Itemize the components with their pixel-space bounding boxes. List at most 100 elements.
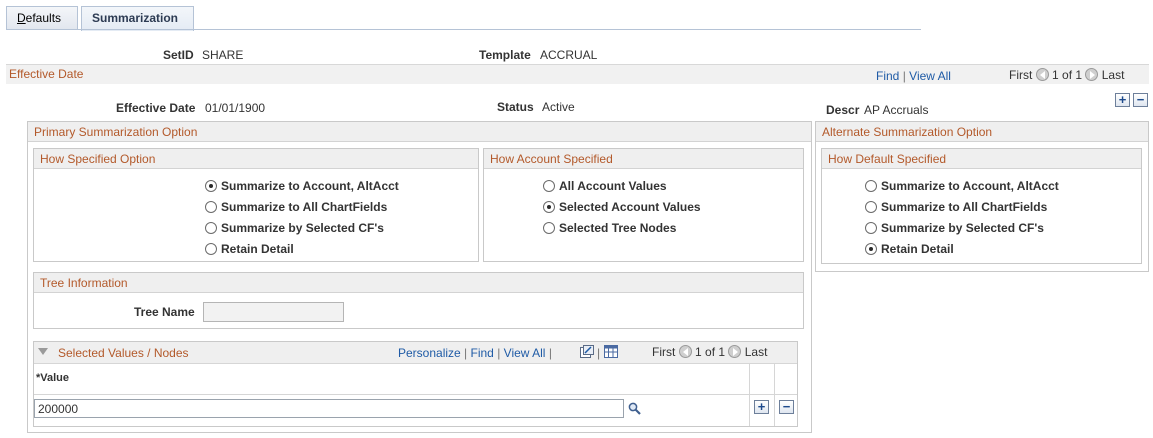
view-all-link[interactable]: View All (909, 69, 951, 83)
radio-alt-retain-detail[interactable]: Retain Detail (865, 242, 954, 256)
pager-count: 1 of 1 (695, 345, 726, 359)
radio-unselected-icon (865, 222, 877, 234)
radio-label: Summarize by Selected CF's (881, 221, 1044, 235)
primary-summarization-title: Primary Summarization Option (28, 122, 811, 142)
template-label: Template (479, 48, 531, 62)
effective-date-bar: Effective Date Find | View All First 1 o… (6, 64, 1149, 84)
effective-date-title: Effective Date (9, 67, 84, 81)
radio-alt-summarize-selected-cfs[interactable]: Summarize by Selected CF's (865, 221, 1044, 235)
find-link[interactable]: Find (876, 69, 899, 83)
grid-pager: First 1 of 1 Last (652, 345, 767, 359)
radio-selected-icon (205, 180, 217, 192)
nav-separator: | (497, 346, 501, 360)
radio-label: Retain Detail (221, 242, 294, 256)
radio-label: All Account Values (559, 179, 667, 193)
last-label: Last (744, 345, 768, 359)
radio-unselected-icon (205, 222, 217, 234)
radio-label: Retain Detail (881, 242, 954, 256)
radio-unselected-icon (865, 201, 877, 213)
radio-alt-summarize-account[interactable]: Summarize to Account, AltAcct (865, 179, 1059, 193)
tab-summarization-label: Summarization (92, 11, 179, 25)
arrow-left-icon[interactable] (678, 345, 692, 358)
radio-unselected-icon (205, 243, 217, 255)
radio-label: Selected Tree Nodes (559, 221, 677, 235)
column-header-divider (34, 394, 797, 395)
arrow-left-icon[interactable] (1035, 68, 1049, 81)
radio-alt-summarize-all-chartfields[interactable]: Summarize to All ChartFields (865, 200, 1047, 214)
radio-selected-tree-nodes[interactable]: Selected Tree Nodes (543, 221, 676, 235)
how-specified-box: How Specified Option Summarize to Accoun… (33, 148, 479, 262)
radio-label: Summarize to All ChartFields (881, 200, 1048, 214)
tab-summarization[interactable]: Summarization (81, 6, 194, 31)
tab-defaults[interactable]: Defaults (6, 6, 78, 30)
pager-count: 1 of 1 (1052, 68, 1083, 82)
radio-retain-detail[interactable]: Retain Detail (205, 242, 294, 256)
descr-label: Descr (826, 103, 860, 117)
radio-unselected-icon (543, 180, 555, 192)
effective-date-label: Effective Date (116, 101, 196, 115)
column-divider (749, 364, 750, 426)
add-row-button[interactable]: + (1115, 93, 1130, 107)
radio-unselected-icon (543, 222, 555, 234)
tree-name-label: Tree Name (134, 305, 195, 319)
alternate-summarization-title: Alternate Summarization Option (816, 122, 1148, 142)
first-label: First (652, 345, 676, 359)
tab-defaults-label: efaults (25, 11, 62, 25)
radio-selected-icon (543, 201, 555, 213)
template-value: ACCRUAL (540, 48, 598, 62)
value-column-header: *Value (36, 372, 70, 384)
nav-separator: | (597, 346, 601, 360)
radio-summarize-all-chartfields[interactable]: Summarize to All ChartFields (205, 200, 387, 214)
radio-unselected-icon (205, 201, 217, 213)
radio-label: Selected Account Values (559, 200, 701, 214)
tree-name-input[interactable] (203, 302, 344, 322)
grid-download-icon[interactable] (604, 345, 618, 358)
last-label: Last (1101, 68, 1125, 82)
grid-nav: Personalize | Find | View All | (398, 346, 552, 360)
new-window-icon[interactable] (580, 345, 594, 358)
value-input[interactable] (34, 399, 624, 418)
how-default-specified-box: How Default Specified Summarize to Accou… (821, 148, 1142, 264)
add-row-button[interactable]: + (754, 400, 769, 414)
effective-date-nav: Find | View All (876, 69, 951, 83)
how-specified-title: How Specified Option (34, 149, 478, 169)
magnifier-icon[interactable] (628, 402, 641, 415)
find-link[interactable]: Find (471, 346, 494, 360)
radio-label: Summarize to All ChartFields (221, 200, 388, 214)
status-label: Status (497, 100, 534, 114)
radio-label: Summarize by Selected CF's (221, 221, 384, 235)
column-divider (774, 364, 775, 426)
effective-date-value: 01/01/1900 (205, 101, 266, 115)
radio-label: Summarize to Account, AltAcct (881, 179, 1059, 193)
arrow-right-icon[interactable] (1085, 68, 1099, 81)
triangle-down-icon[interactable] (38, 348, 48, 356)
view-all-link[interactable]: View All (504, 346, 546, 360)
delete-row-button[interactable]: − (1133, 93, 1148, 107)
radio-selected-icon (865, 243, 877, 255)
selected-values-header: Selected Values / Nodes Personalize | Fi… (34, 342, 797, 364)
selected-values-title: Selected Values / Nodes (58, 346, 189, 360)
how-account-specified-box: How Account Specified All Account Values… (483, 148, 804, 262)
tree-information-box: Tree Information Tree Name (33, 272, 804, 329)
how-account-specified-title: How Account Specified (484, 149, 803, 169)
nav-separator: | (464, 346, 468, 360)
radio-selected-account-values[interactable]: Selected Account Values (543, 200, 701, 214)
radio-summarize-selected-cfs[interactable]: Summarize by Selected CF's (205, 221, 384, 235)
tab-divider (6, 29, 921, 30)
nav-separator: | (548, 346, 552, 360)
tab-defaults-accesskey: D (17, 11, 26, 25)
radio-summarize-account[interactable]: Summarize to Account, AltAcct (205, 179, 399, 193)
how-default-specified-title: How Default Specified (822, 149, 1141, 169)
radio-label: Summarize to Account, AltAcct (221, 179, 399, 193)
selected-values-grid: Selected Values / Nodes Personalize | Fi… (33, 341, 798, 427)
delete-row-button[interactable]: − (779, 400, 794, 414)
setid-label: SetID (163, 48, 194, 62)
effective-date-pager: First 1 of 1 Last (1009, 68, 1124, 82)
setid-value: SHARE (202, 48, 244, 62)
tree-information-title: Tree Information (34, 273, 803, 293)
arrow-right-icon[interactable] (728, 345, 742, 358)
radio-all-account-values[interactable]: All Account Values (543, 179, 667, 193)
descr-value: AP Accruals (864, 103, 929, 117)
nav-separator: | (902, 69, 906, 83)
personalize-link[interactable]: Personalize (398, 346, 461, 360)
